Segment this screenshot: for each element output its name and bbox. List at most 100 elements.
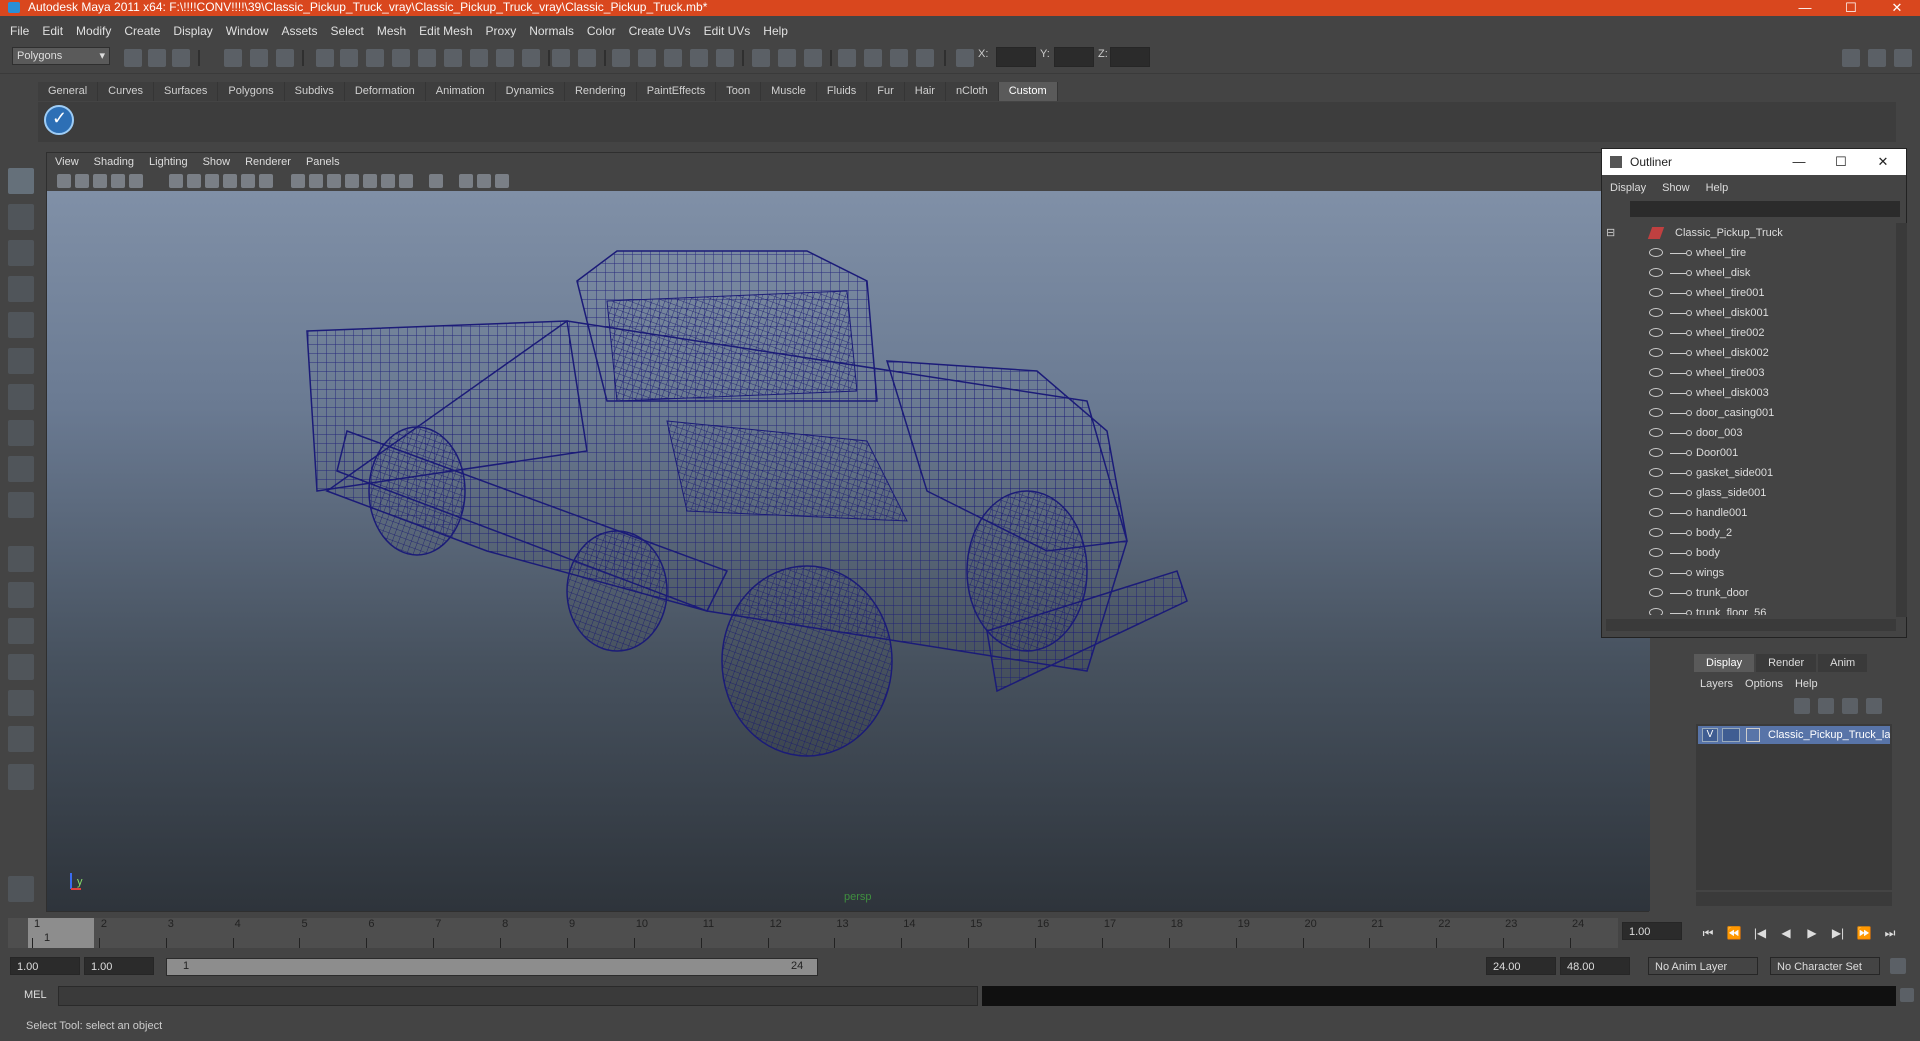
- range-slider[interactable]: 1 24: [166, 958, 818, 976]
- shelf-tab-curves[interactable]: Curves: [98, 82, 154, 101]
- outliner-item[interactable]: wings: [1602, 563, 1895, 583]
- outliner-item[interactable]: glass_side001: [1602, 483, 1895, 503]
- outliner-item[interactable]: trunk_door: [1602, 583, 1895, 603]
- outliner-item[interactable]: wheel_disk: [1602, 263, 1895, 283]
- move-layer-down-icon[interactable]: [1818, 698, 1834, 714]
- checkmark-shelf-icon[interactable]: ✓: [44, 105, 74, 135]
- pick-rendering-icon[interactable]: [496, 49, 514, 67]
- shelf-tab-surfaces[interactable]: Surfaces: [153, 82, 219, 101]
- layer-menu-options[interactable]: Options: [1745, 678, 1783, 690]
- highlight-selection-icon[interactable]: [578, 49, 596, 67]
- render-frame-icon[interactable]: [804, 49, 822, 67]
- pick-joints-icon[interactable]: [366, 49, 384, 67]
- menu-file[interactable]: File: [10, 24, 29, 38]
- custom-layout-icon[interactable]: [8, 764, 34, 790]
- shelf-tab-hair[interactable]: Hair: [904, 82, 946, 101]
- input-line-icon[interactable]: [956, 49, 974, 67]
- single-perspective-layout-icon[interactable]: [8, 546, 34, 572]
- shelf-tab-dynamics[interactable]: Dynamics: [495, 82, 565, 101]
- lasso-tool-icon[interactable]: [8, 204, 34, 230]
- last-tool-icon[interactable]: [8, 492, 34, 518]
- snap-grid-icon[interactable]: [612, 49, 630, 67]
- outliner-root-item[interactable]: ⊟ Classic_Pickup_Truck: [1602, 223, 1895, 243]
- maximize-button[interactable]: ☐: [1828, 0, 1874, 16]
- four-view-layout-icon[interactable]: [8, 582, 34, 608]
- graph-editor-layout-icon[interactable]: [8, 654, 34, 680]
- animation-start-field[interactable]: 1.00: [10, 957, 80, 975]
- open-scene-icon[interactable]: [148, 49, 166, 67]
- menu-proxy[interactable]: Proxy: [486, 24, 517, 38]
- attribute-toggle-icon[interactable]: [8, 876, 34, 902]
- perspective-viewport[interactable]: View Shading Lighting Show Renderer Pane…: [46, 152, 1650, 912]
- layer-menu-layers[interactable]: Layers: [1700, 678, 1733, 690]
- close-button[interactable]: ✕: [1874, 0, 1920, 16]
- layer-tab-display[interactable]: Display: [1694, 654, 1755, 672]
- dope-sheet-layout-icon[interactable]: [8, 726, 34, 752]
- save-scene-icon[interactable]: [172, 49, 190, 67]
- render-settings-icon[interactable]: [890, 49, 908, 67]
- script-editor-icon[interactable]: [1900, 988, 1914, 1002]
- mel-input[interactable]: [58, 986, 978, 1006]
- all-lights-icon[interactable]: [381, 174, 395, 188]
- minimize-button[interactable]: —: [1782, 0, 1828, 16]
- snap-plane-icon[interactable]: [690, 49, 708, 67]
- outliner-item[interactable]: gasket_side001: [1602, 463, 1895, 483]
- outliner-close-button[interactable]: ✕: [1860, 149, 1906, 175]
- outliner-item[interactable]: Door001: [1602, 443, 1895, 463]
- layer-color-icon[interactable]: [1746, 728, 1760, 742]
- step-forward-key-button[interactable]: ⏩: [1856, 926, 1872, 940]
- shelf-tab-general[interactable]: General: [38, 82, 99, 101]
- menu-edit[interactable]: Edit: [42, 24, 63, 38]
- animation-preferences-icon[interactable]: [1890, 958, 1906, 974]
- menu-assets[interactable]: Assets: [281, 24, 317, 38]
- shelf-tab-animation[interactable]: Animation: [425, 82, 496, 101]
- viewport-menu-renderer[interactable]: Renderer: [245, 156, 291, 168]
- step-forward-frame-button[interactable]: ▶|: [1830, 926, 1846, 940]
- time-slider[interactable]: 1 1 2 3 4 5 6 7 8 9 10 11 12 13 14 15 16 17 18 19 20 21 22 23 2…: [8, 918, 1618, 948]
- channel-box-toggle-icon[interactable]: [1894, 49, 1912, 67]
- step-back-key-button[interactable]: ⏪: [1726, 926, 1742, 940]
- viewport-menu-shading[interactable]: Shading: [94, 156, 134, 168]
- smooth-shade-icon[interactable]: [309, 174, 323, 188]
- new-layer-from-selection-icon[interactable]: [1866, 698, 1882, 714]
- z-input[interactable]: [1110, 47, 1150, 67]
- pick-handles-icon[interactable]: [340, 49, 358, 67]
- outliner-item[interactable]: wheel_tire: [1602, 243, 1895, 263]
- make-live-icon[interactable]: [716, 49, 734, 67]
- pick-misc-icon[interactable]: [522, 49, 540, 67]
- outliner-item[interactable]: body: [1602, 543, 1895, 563]
- layer-row[interactable]: V Classic_Pickup_Truck_layer: [1698, 726, 1890, 744]
- outliner-horizontal-scrollbar[interactable]: [1606, 619, 1896, 631]
- outliner-item[interactable]: trunk_floor_56: [1602, 603, 1895, 615]
- ipr-render-icon[interactable]: [864, 49, 882, 67]
- show-manipulator-icon[interactable]: [8, 456, 34, 482]
- mask-filter-icon[interactable]: [316, 49, 334, 67]
- outliner-item[interactable]: wheel_disk002: [1602, 343, 1895, 363]
- snap-point-icon[interactable]: [664, 49, 682, 67]
- shelf-tab-fur[interactable]: Fur: [867, 82, 905, 101]
- menu-mesh[interactable]: Mesh: [377, 24, 406, 38]
- play-backwards-button[interactable]: ◀: [1778, 926, 1794, 940]
- select-tool-icon[interactable]: [8, 168, 34, 194]
- step-back-frame-button[interactable]: |◀: [1752, 926, 1768, 940]
- shelf-tab-deformation[interactable]: Deformation: [344, 82, 426, 101]
- viewport-menu-view[interactable]: View: [55, 156, 79, 168]
- snap-curve-icon[interactable]: [638, 49, 656, 67]
- animation-end-field[interactable]: 48.00: [1560, 957, 1630, 975]
- playback-start-field[interactable]: 1.00: [84, 957, 154, 975]
- attribute-editor-toggle-icon[interactable]: [1842, 49, 1860, 67]
- viewport-scene[interactable]: y persp: [47, 191, 1650, 911]
- wireframe-icon[interactable]: [291, 174, 305, 188]
- layer-visibility-toggle[interactable]: V: [1702, 728, 1718, 742]
- tool-settings-toggle-icon[interactable]: [1868, 49, 1886, 67]
- menu-help[interactable]: Help: [763, 24, 788, 38]
- pick-curves-icon[interactable]: [392, 49, 410, 67]
- shelf-tab-fluids[interactable]: Fluids: [816, 82, 868, 101]
- move-layer-up-icon[interactable]: [1794, 698, 1810, 714]
- outliner-item[interactable]: wheel_tire001: [1602, 283, 1895, 303]
- menu-create-uvs[interactable]: Create UVs: [629, 24, 691, 38]
- textured-icon[interactable]: [345, 174, 359, 188]
- gate-mask-icon[interactable]: [205, 174, 219, 188]
- outliner-menu-display[interactable]: Display: [1610, 182, 1646, 194]
- paint-select-tool-icon[interactable]: [8, 240, 34, 266]
